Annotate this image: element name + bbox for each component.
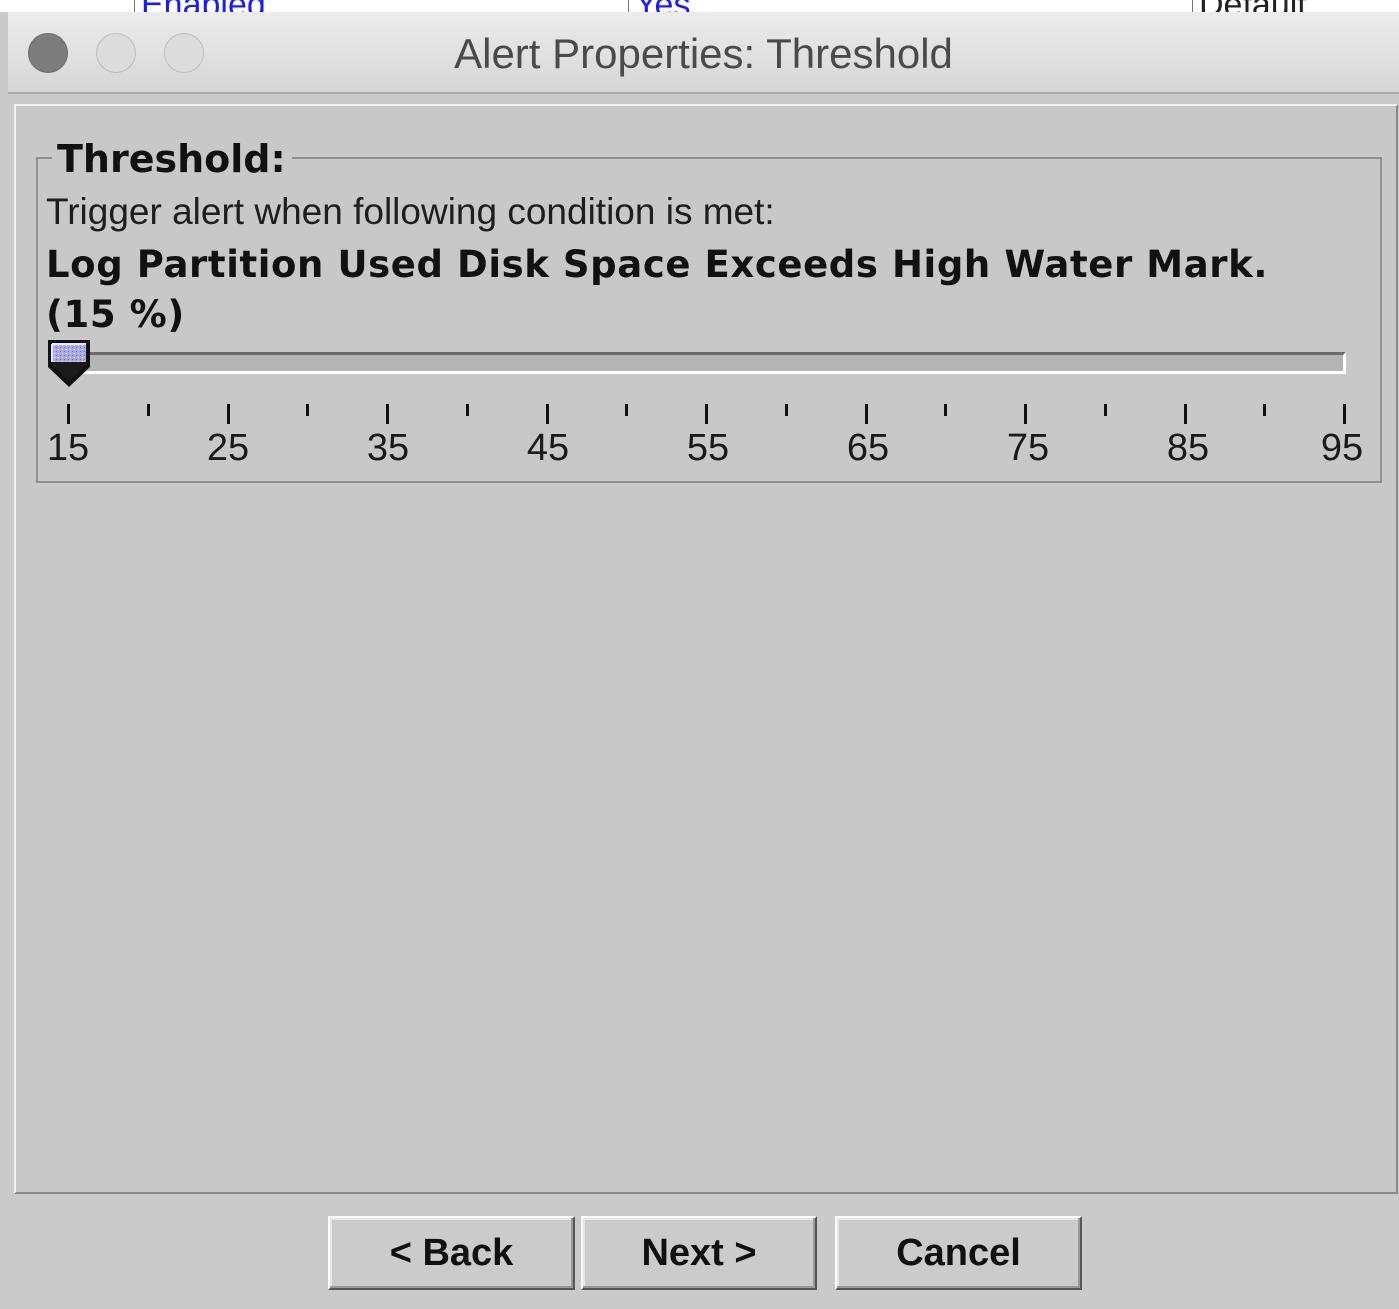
minor-tick <box>465 404 469 416</box>
threshold-group-title: Threshold: <box>52 137 292 181</box>
major-tick <box>864 404 868 424</box>
background-table-strip: Enabled Yes Default <box>0 0 1399 12</box>
minor-tick <box>944 404 948 416</box>
background-cell-default: Default <box>1192 0 1307 12</box>
major-tick <box>386 404 389 424</box>
background-cell-enabled: Enabled <box>134 0 266 12</box>
major-tick <box>1183 404 1187 424</box>
threshold-slider-track[interactable] <box>68 352 1346 374</box>
major-tick <box>67 404 70 424</box>
tick-label: 15 <box>46 427 90 469</box>
slider-pointer-icon[interactable] <box>46 337 92 391</box>
major-tick <box>545 404 549 424</box>
tick-label: 25 <box>206 427 250 469</box>
major-tick <box>226 404 230 424</box>
major-tick <box>1343 404 1346 424</box>
tick-label: 95 <box>1320 427 1364 469</box>
minor-tick <box>625 404 629 416</box>
minor-tick <box>146 404 150 416</box>
title-bar[interactable]: Alert Properties: Threshold <box>8 12 1399 94</box>
background-cell-yes: Yes <box>628 0 690 12</box>
cancel-button[interactable]: Cancel <box>835 1216 1082 1290</box>
next-button[interactable]: Next > <box>581 1216 817 1290</box>
tick-label: 65 <box>846 427 890 469</box>
minor-tick <box>1263 404 1267 416</box>
tick-label: 85 <box>1166 427 1210 469</box>
back-button[interactable]: < Back <box>328 1216 575 1290</box>
tick-label: 45 <box>526 427 570 469</box>
major-tick <box>1024 404 1027 424</box>
minor-tick <box>306 404 310 416</box>
tick-label: 75 <box>1006 427 1050 469</box>
tick-label: 35 <box>366 427 410 469</box>
window-title: Alert Properties: Threshold <box>454 30 953 77</box>
major-tick <box>705 404 708 424</box>
threshold-condition: Log Partition Used Disk Space Exceeds Hi… <box>46 243 1269 336</box>
tick-label: 55 <box>686 427 730 469</box>
minor-tick <box>784 404 788 416</box>
minor-tick <box>1103 404 1107 416</box>
threshold-instruction: Trigger alert when following condition i… <box>46 191 775 232</box>
